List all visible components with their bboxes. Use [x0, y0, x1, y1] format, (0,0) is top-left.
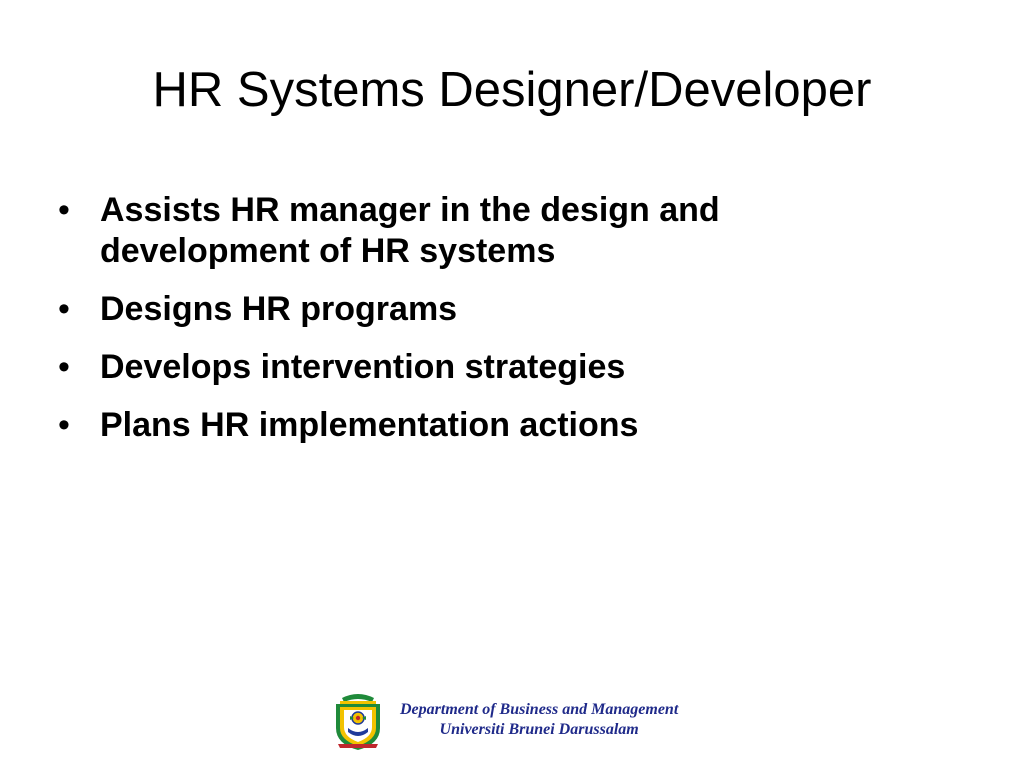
bullet-text: Plans HR implementation actions — [100, 406, 639, 444]
university-name: Universiti Brunei Darussalam — [439, 721, 639, 738]
footer-text: Department of Business and Management Un… — [400, 700, 678, 740]
bullet-marker: • — [58, 348, 70, 386]
footer: Department of Business and Management Un… — [328, 688, 678, 752]
department-name: Department of Business and Management — [400, 701, 679, 718]
bullet-text: Develops intervention strategies — [100, 348, 626, 386]
slide: HR Systems Designer/Developer • Assists … — [0, 0, 1024, 768]
bullet-text: Designs HR programs — [100, 290, 458, 328]
bullet-item: • Develops intervention strategies — [58, 347, 918, 388]
bullet-text: Assists HR manager in the design and dev… — [100, 191, 720, 270]
bullet-item: • Assists HR manager in the design and d… — [58, 190, 918, 272]
bullet-item: • Plans HR implementation actions — [58, 405, 918, 446]
bullet-marker: • — [58, 406, 70, 444]
bullet-marker: • — [58, 191, 70, 229]
bullet-marker: • — [58, 290, 70, 328]
slide-title: HR Systems Designer/Developer — [152, 63, 872, 117]
bullet-list: • Assists HR manager in the design and d… — [58, 190, 918, 463]
bullet-item: • Designs HR programs — [58, 289, 918, 330]
university-crest-icon — [336, 694, 380, 750]
